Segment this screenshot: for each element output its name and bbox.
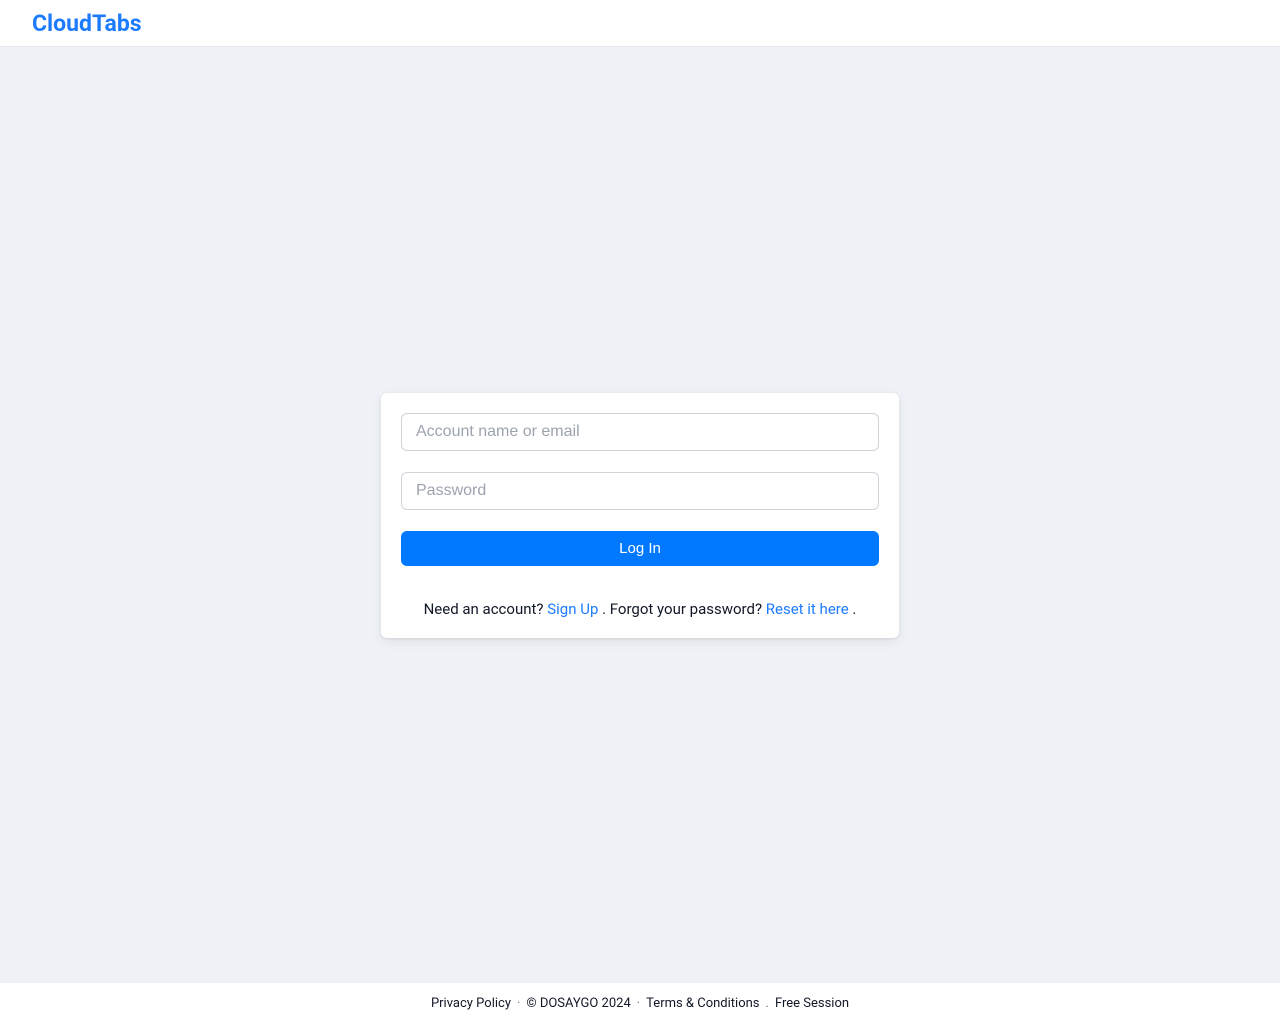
separator: . [602,600,610,618]
brand-logo[interactable]: CloudTabs [32,10,142,37]
helper-text: Need an account? Sign Up . Forgot your p… [401,600,879,618]
forgot-password-text: Forgot your password? [610,600,766,618]
separator: . [852,600,856,618]
login-card: Log In Need an account? Sign Up . Forgot… [381,393,899,638]
separator: · [517,996,520,1011]
header: CloudTabs [0,0,1280,47]
reset-password-link[interactable]: Reset it here [766,600,849,618]
free-session-link[interactable]: Free Session [775,996,849,1011]
main: Log In Need an account? Sign Up . Forgot… [0,47,1280,983]
separator: · [637,996,640,1011]
password-input[interactable] [401,472,879,510]
separator: . [766,996,769,1011]
signup-link[interactable]: Sign Up [547,600,598,618]
need-account-text: Need an account? [424,600,548,618]
spacer [401,451,879,472]
account-input[interactable] [401,413,879,451]
copyright-text: © DOSAYGO 2024 [526,996,630,1011]
footer: Privacy Policy · © DOSAYGO 2024 · Terms … [0,983,1280,1024]
login-button[interactable]: Log In [401,531,879,566]
terms-link[interactable]: Terms & Conditions [646,996,759,1011]
privacy-policy-link[interactable]: Privacy Policy [431,996,511,1011]
